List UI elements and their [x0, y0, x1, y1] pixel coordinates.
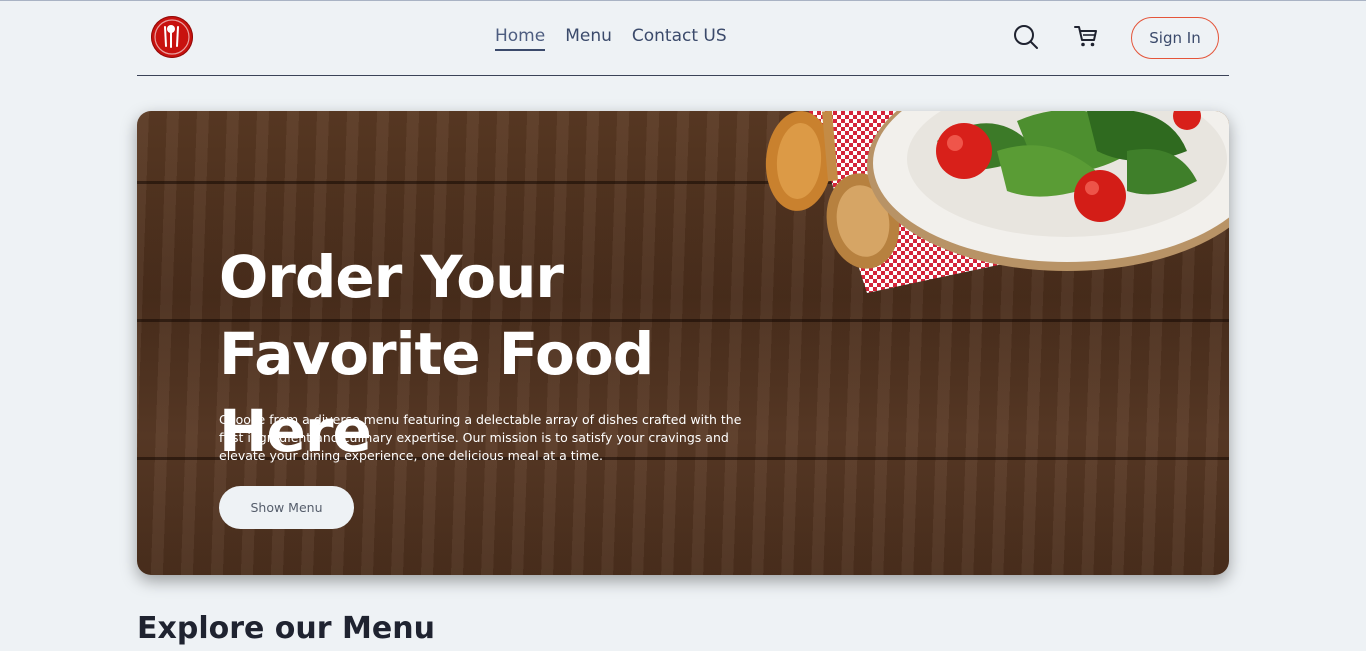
- nav-home[interactable]: Home: [495, 26, 546, 51]
- logo-icon[interactable]: [151, 16, 193, 58]
- explore-menu-heading: Explore our Menu: [137, 611, 435, 646]
- main-nav: Home Menu Contact US: [495, 26, 727, 51]
- nav-menu[interactable]: Menu: [565, 26, 612, 51]
- nav-contact[interactable]: Contact US: [632, 26, 727, 51]
- hero-description: Choose from a diverse menu featuring a d…: [219, 412, 742, 463]
- cart-icon[interactable]: [1073, 23, 1099, 49]
- hero-banner: Order Your Favorite Food Here Choose fro…: [137, 111, 1229, 575]
- sign-in-button[interactable]: Sign In: [1131, 17, 1219, 59]
- navbar: Home Menu Contact US Sign In: [137, 0, 1229, 76]
- show-menu-button[interactable]: Show Menu: [219, 486, 354, 529]
- search-icon[interactable]: [1013, 24, 1039, 50]
